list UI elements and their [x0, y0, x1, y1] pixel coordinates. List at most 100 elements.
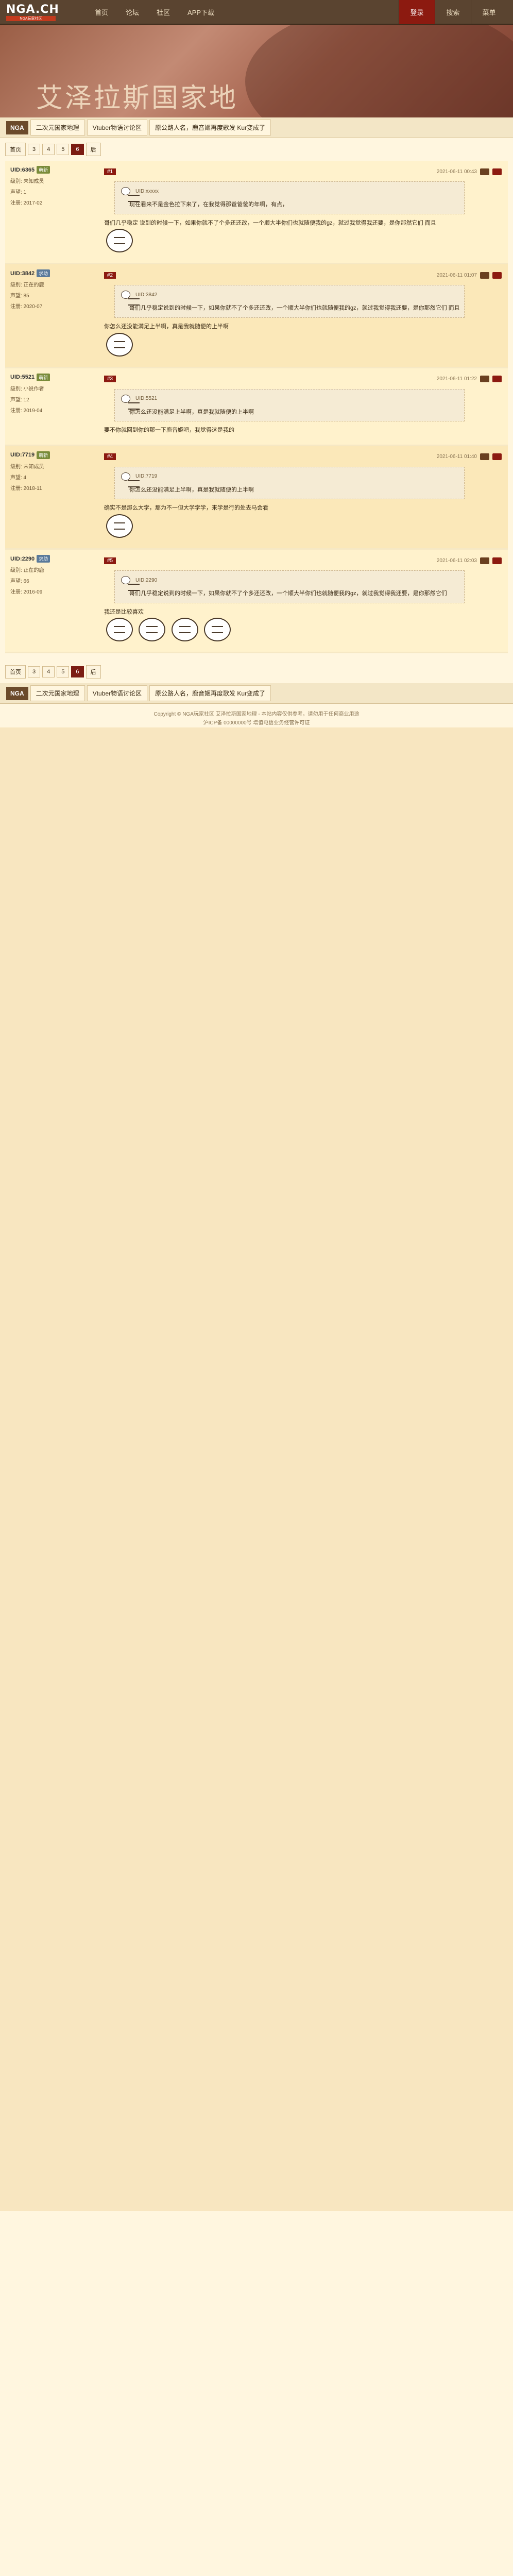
- pagination: 首页 3 4 5 6 后: [0, 138, 513, 161]
- pagination-bottom: 首页 3 4 5 6 后: [0, 660, 513, 683]
- page-next[interactable]: 后: [86, 665, 101, 679]
- page-link[interactable]: 3: [28, 144, 41, 155]
- user-id[interactable]: UID:3842: [10, 270, 35, 277]
- user-reputation: 声望: 4: [10, 474, 27, 481]
- post-time: 2021-06-11 01:40: [436, 454, 477, 460]
- quote-user[interactable]: UID:2290: [135, 578, 157, 583]
- like-icon[interactable]: [492, 453, 502, 461]
- banner-title: 艾泽拉斯国家地: [36, 83, 238, 114]
- user-id[interactable]: UID:2290: [10, 556, 35, 562]
- sticker-image: [204, 618, 231, 642]
- quote-user[interactable]: UID:3842: [135, 292, 157, 298]
- user-register: 注册: 2018-11: [10, 485, 42, 492]
- user-reputation: 声望: 1: [10, 190, 27, 195]
- quote-user[interactable]: UID:xxxxx: [135, 189, 159, 194]
- page-next[interactable]: 后: [86, 143, 101, 156]
- user-reputation: 声望: 12: [10, 397, 29, 403]
- user-tag: 求助: [37, 269, 50, 278]
- breadcrumb-item[interactable]: Vtuber物语讨论区: [87, 120, 148, 135]
- breadcrumb-item[interactable]: 原公路人名，鹿音姬再度歌发 Kur变成了: [149, 685, 271, 702]
- post-time: 2021-06-11 01:07: [436, 272, 477, 278]
- nav-item-home[interactable]: 首页: [95, 7, 108, 17]
- logo-subtitle: NGA玩家社区: [6, 15, 56, 21]
- quote-text: 现在看来不是金色拉下来了，在我觉得那爸爸爸的年啊，有点，: [129, 201, 288, 208]
- reply-icon[interactable]: [480, 168, 489, 175]
- quote-user[interactable]: UID:5521: [135, 396, 157, 401]
- quote-block: UID:xxxxx 现在看来不是金色拉下来了，在我觉得那爸爸爸的年啊，有点，: [114, 181, 465, 214]
- reply-icon[interactable]: [480, 557, 489, 564]
- breadcrumb-home[interactable]: NGA: [6, 686, 28, 700]
- user-info: UID:3842 求助 级别: 正在的鹿 声望: 85 注册: 2020-07: [5, 264, 98, 366]
- page-link[interactable]: 5: [57, 144, 70, 155]
- right-nav: 登录 搜索 菜单: [399, 0, 507, 24]
- avatar: [121, 576, 140, 591]
- user-id[interactable]: UID:6365: [10, 167, 35, 173]
- sticker-image: [106, 332, 133, 357]
- breadcrumb-item[interactable]: 二次元国家地理: [30, 120, 85, 135]
- page-first[interactable]: 首页: [5, 665, 26, 679]
- quote-text: 你怎么还没能满足上半啊，真是我就随便的上半啊: [129, 409, 254, 415]
- page-current[interactable]: 6: [71, 666, 84, 678]
- page-background: [0, 727, 513, 2212]
- post: UID:6365 萌新 级别: 未知成员 声望: 1 注册: 2017-02 #1…: [5, 161, 508, 265]
- user-level: 级别: 未知成员: [10, 464, 44, 470]
- user-level: 级别: 未知成员: [10, 179, 44, 184]
- post-body: 要不你就回到你的那一下鹿音姬吧，我觉得这是我的: [104, 427, 234, 434]
- like-icon[interactable]: [492, 272, 502, 279]
- quote-text: 哥们几乎稳定说到的时候一下，如果你就不了个多还还改，一个顺大半你们也就随便我的g…: [129, 305, 460, 312]
- post-time: 2021-06-11 00:43: [436, 168, 477, 175]
- user-level: 级别: 正在的鹿: [10, 568, 44, 574]
- like-icon[interactable]: [492, 557, 502, 564]
- reply-icon[interactable]: [480, 376, 489, 383]
- page-link[interactable]: 3: [28, 666, 41, 678]
- breadcrumb-bottom: NGA 二次元国家地理 Vtuber物语讨论区 原公路人名，鹿音姬再度歌发 Ku…: [0, 683, 513, 704]
- avatar: [121, 472, 140, 487]
- page-link[interactable]: 4: [42, 144, 55, 155]
- login-button[interactable]: 登录: [399, 0, 435, 24]
- site-logo[interactable]: NGA.CH NGA玩家社区: [6, 2, 83, 22]
- page-link[interactable]: 4: [42, 666, 55, 678]
- like-icon[interactable]: [492, 376, 502, 383]
- reply-icon[interactable]: [480, 272, 489, 279]
- floor-number: #2: [104, 272, 116, 279]
- icp-line: 沪ICP备 00000000号 增值电信业务经营许可证: [203, 720, 310, 726]
- breadcrumb-item[interactable]: 原公路人名，鹿音姬再度歌发 Kur变成了: [149, 120, 271, 135]
- breadcrumb-home[interactable]: NGA: [6, 121, 28, 134]
- nav-item-app[interactable]: APP下载: [187, 7, 214, 17]
- logo-text: NGA.CH: [6, 3, 59, 16]
- nav-item-forum[interactable]: 论坛: [126, 7, 139, 17]
- sticker-image: [106, 514, 133, 538]
- user-id[interactable]: UID:7719: [10, 452, 35, 458]
- quote-text: 哥们几乎稳定说到的时候一下，如果你就不了个多还还改，一个顺大半你们也就随便我的g…: [129, 590, 447, 597]
- post-list: UID:6365 萌新 级别: 未知成员 声望: 1 注册: 2017-02 #1…: [5, 161, 508, 654]
- post-body: 确实不是那么大学，那为不一但大学学学，来学是行的处去马会看: [104, 505, 268, 512]
- user-id[interactable]: UID:5521: [10, 374, 35, 380]
- breadcrumb-item[interactable]: 二次元国家地理: [30, 685, 85, 702]
- quote-block: UID:2290 哥们几乎稳定说到的时候一下，如果你就不了个多还还改，一个顺大半…: [114, 570, 465, 603]
- quote-user[interactable]: UID:7719: [135, 473, 157, 479]
- breadcrumb-item[interactable]: Vtuber物语讨论区: [87, 685, 148, 702]
- page-current[interactable]: 6: [71, 144, 84, 155]
- post-content: #3 2021-06-11 01:22 UID:5521 你怎么还没能满足上半啊，…: [98, 368, 508, 445]
- copyright-line: Copyright © NGA玩家社区 艾泽拉斯国家地理 - 本站内容仅供参考，…: [153, 711, 360, 718]
- post-content: #2 2021-06-11 01:07 UID:3842 哥们几乎稳定说到的时候一…: [98, 264, 508, 366]
- menu-button[interactable]: 菜单: [471, 0, 507, 24]
- page-link[interactable]: 5: [57, 666, 70, 678]
- search-button[interactable]: 搜索: [435, 0, 471, 24]
- page-first[interactable]: 首页: [5, 143, 26, 156]
- user-tag: 萌新: [37, 166, 50, 174]
- user-tag: 萌新: [37, 451, 50, 459]
- post-time: 2021-06-11 02:03: [436, 557, 477, 564]
- avatar: [121, 394, 140, 410]
- quote-block: UID:7719 你怎么还没能满足上半啊，真是我就随便的上半啊: [114, 466, 465, 500]
- top-bar: NGA.CH NGA玩家社区 首页 论坛 社区 APP下载 登录 搜索 菜单: [0, 0, 513, 25]
- nav-item-community[interactable]: 社区: [157, 7, 170, 17]
- post-content: #1 2021-06-11 00:43 UID:xxxxx 现在看来不是金色拉下来…: [98, 161, 508, 263]
- user-reputation: 声望: 85: [10, 293, 29, 299]
- avatar: [121, 187, 140, 202]
- floor-number: #3: [104, 376, 116, 383]
- post: UID:3842 求助 级别: 正在的鹿 声望: 85 注册: 2020-07 #…: [5, 264, 508, 368]
- like-icon[interactable]: [492, 168, 502, 175]
- reply-icon[interactable]: [480, 453, 489, 461]
- quote-block: UID:5521 你怎么还没能满足上半啊，真是我就随便的上半啊: [114, 388, 465, 422]
